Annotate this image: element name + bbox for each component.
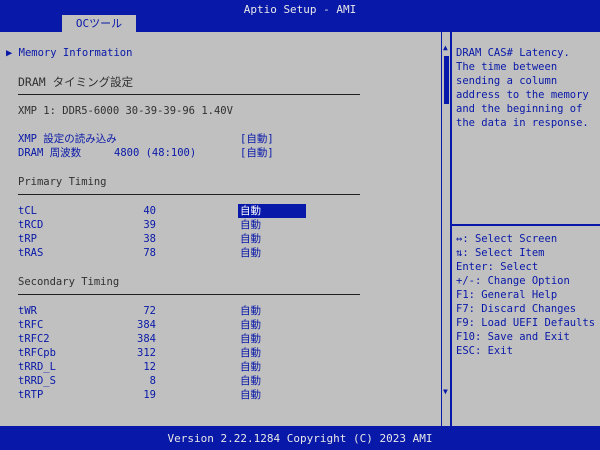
timing-name-tras[interactable]: tRAS bbox=[18, 246, 43, 260]
timing-name-trrd-s[interactable]: tRRD_S bbox=[18, 374, 56, 388]
help-panel: DRAM CAS# Latency. The time between send… bbox=[452, 32, 600, 426]
timing-name-trcd[interactable]: tRCD bbox=[18, 218, 43, 232]
timing-current-trp: 38 bbox=[143, 233, 156, 245]
timing-current-trrd-s: 8 bbox=[149, 375, 156, 387]
timing-name-trtp[interactable]: tRTP bbox=[18, 388, 43, 402]
primary-timing-heading: Primary Timing bbox=[18, 176, 107, 188]
key-hint: ⇅: Select Item bbox=[456, 247, 545, 259]
help-line: DRAM CAS# Latency. bbox=[456, 47, 570, 59]
timing-name-twr[interactable]: tWR bbox=[18, 304, 37, 318]
timing-setting-tcl[interactable]: 自動 bbox=[240, 204, 261, 218]
key-hint: Enter: Select bbox=[456, 261, 539, 273]
scroll-thumb[interactable] bbox=[444, 56, 449, 104]
dram-timing-heading: DRAM タイミング設定 bbox=[18, 75, 134, 89]
scroll-down-arrow-icon[interactable]: ▼ bbox=[443, 388, 448, 396]
bios-screen: Aptio Setup - AMI OCツール ▶ Memory Informa… bbox=[0, 0, 600, 450]
timing-setting-trrd-l[interactable]: 自動 bbox=[240, 360, 261, 374]
dram-frequency-value[interactable]: [自動] bbox=[240, 146, 274, 160]
timing-name-trfc2[interactable]: tRFC2 bbox=[18, 332, 50, 346]
memory-information-link[interactable]: ▶ Memory Information bbox=[6, 46, 132, 60]
xmp-load-value[interactable]: [自動] bbox=[240, 132, 274, 146]
help-line: and the beginning of bbox=[456, 103, 583, 115]
timing-current-trtp: 19 bbox=[143, 389, 156, 401]
key-hint: +/-: Change Option bbox=[456, 275, 570, 287]
content-panel: ▶ Memory Information DRAM タイミング設定 XMP 1:… bbox=[0, 32, 600, 426]
timing-name-trrd-l[interactable]: tRRD_L bbox=[18, 360, 56, 374]
dram-frequency-label[interactable]: DRAM 周波数 bbox=[18, 146, 81, 160]
timing-current-trfcpb: 312 bbox=[137, 347, 156, 359]
timing-setting-trfc[interactable]: 自動 bbox=[240, 318, 261, 332]
dram-frequency-info: 4800 (48:100) bbox=[114, 147, 197, 159]
key-hint: F1: General Help bbox=[456, 289, 558, 301]
timing-setting-trcd[interactable]: 自動 bbox=[240, 218, 261, 232]
timing-setting-trfc2[interactable]: 自動 bbox=[240, 332, 261, 346]
help-line: The time between bbox=[456, 61, 558, 73]
xmp-load-label[interactable]: XMP 設定の読み込み bbox=[18, 132, 117, 146]
help-line: the data in response. bbox=[456, 117, 589, 129]
timing-name-trfc[interactable]: tRFC bbox=[18, 318, 43, 332]
timing-setting-twr[interactable]: 自動 bbox=[240, 304, 261, 318]
help-line: sending a column bbox=[456, 75, 558, 87]
help-line: address to the memory bbox=[456, 89, 589, 101]
timing-setting-trp[interactable]: 自動 bbox=[240, 232, 261, 246]
key-hint: F9: Load UEFI Defaults bbox=[456, 317, 596, 329]
title-bar: Aptio Setup - AMI OCツール bbox=[0, 0, 600, 32]
key-hint: ESC: Exit bbox=[456, 345, 513, 357]
timing-current-trrd-l: 12 bbox=[143, 361, 156, 373]
key-hint: F10: Save and Exit bbox=[456, 331, 570, 343]
scrollbar[interactable]: ▲ ▼ bbox=[441, 32, 452, 426]
timing-current-trcd: 39 bbox=[143, 219, 156, 231]
timing-setting-tras[interactable]: 自動 bbox=[240, 246, 261, 260]
status-bar: Version 2.22.1284 Copyright (C) 2023 AMI bbox=[0, 426, 600, 450]
timing-current-tras: 78 bbox=[143, 247, 156, 259]
timing-setting-trrd-s[interactable]: 自動 bbox=[240, 374, 261, 388]
xmp-profile-info: XMP 1: DDR5-6000 30-39-39-96 1.40V bbox=[18, 105, 233, 117]
scroll-up-arrow-icon[interactable]: ▲ bbox=[443, 44, 448, 52]
divider bbox=[18, 294, 360, 295]
timing-current-tcl: 40 bbox=[143, 205, 156, 217]
divider bbox=[18, 194, 360, 195]
timing-setting-trtp[interactable]: 自動 bbox=[240, 388, 261, 402]
timing-setting-trfcpb[interactable]: 自動 bbox=[240, 346, 261, 360]
tab-oc-tool[interactable]: OCツール bbox=[62, 15, 136, 32]
key-hint: ↔: Select Screen bbox=[456, 233, 558, 245]
timing-name-trp[interactable]: tRP bbox=[18, 232, 37, 246]
timing-name-trfcpb[interactable]: tRFCpb bbox=[18, 346, 56, 360]
settings-list: ▶ Memory Information DRAM タイミング設定 XMP 1:… bbox=[0, 32, 441, 426]
timing-current-twr: 72 bbox=[143, 305, 156, 317]
help-divider bbox=[452, 224, 600, 226]
divider bbox=[18, 94, 360, 95]
timing-name-tcl[interactable]: tCL bbox=[18, 204, 37, 218]
key-hint: F7: Discard Changes bbox=[456, 303, 577, 315]
timing-current-trfc: 384 bbox=[137, 319, 156, 331]
secondary-timing-heading: Secondary Timing bbox=[18, 276, 120, 288]
timing-current-trfc2: 384 bbox=[137, 333, 156, 345]
version-copyright: Version 2.22.1284 Copyright (C) 2023 AMI bbox=[167, 432, 433, 445]
